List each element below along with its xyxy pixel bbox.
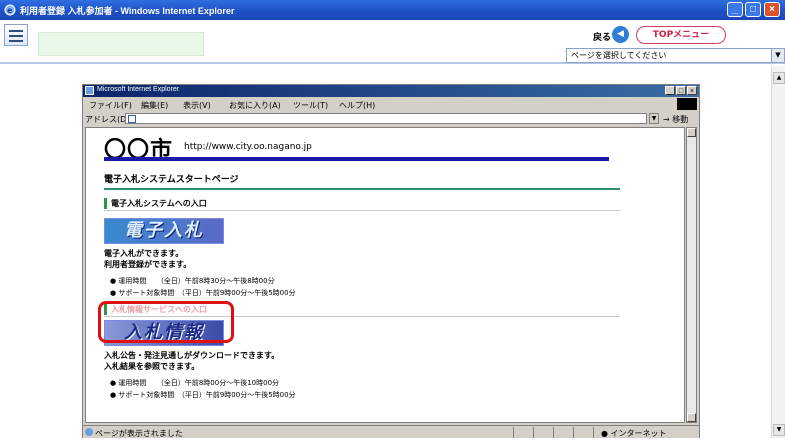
status-separator <box>593 427 594 438</box>
title-divider <box>104 188 620 190</box>
section-divider <box>104 210 620 211</box>
window-title: 利用者登録 入札参加者 - Windows Internet Explorer <box>20 6 235 16</box>
maximize-button[interactable]: □ <box>745 2 761 17</box>
section-heading-denshi: 電子入札システムへの入口 <box>104 198 207 209</box>
user-info-box <box>38 32 204 56</box>
window-titlebar: e 利用者登録 入札参加者 - Windows Internet Explore… <box>0 0 785 20</box>
back-arrow-icon[interactable]: ◀ <box>612 26 629 43</box>
address-dropdown-icon: ▼ <box>649 113 659 124</box>
inner-window-buttons: _ □ × <box>665 86 697 95</box>
scroll-up-icon[interactable]: ▲ <box>773 72 785 84</box>
joho-bullet-support: ● サポート対象時間 （平日）午前9時00分～午後5時00分 <box>110 391 296 399</box>
city-url: http://www.city.oo.nagano.jp <box>184 142 312 152</box>
denshi-bullet-hours: ● 運用時間 （全日）午前8時30分～午後8時00分 <box>110 277 275 285</box>
menu-tools: ツール(T) <box>293 101 329 110</box>
status-separator <box>533 427 534 438</box>
system-title: 電子入札システムスタートページ <box>104 175 239 185</box>
inner-page: 〇〇市 http://www.city.oo.nagano.jp 電子入札システ… <box>85 127 685 423</box>
svg-text:e: e <box>7 6 13 15</box>
page-icon <box>128 115 136 123</box>
zone-label: インターネット <box>610 429 667 438</box>
chevron-down-icon[interactable]: ▼ <box>771 49 784 62</box>
browser-window: e 利用者登録 入札参加者 - Windows Internet Explore… <box>0 0 785 438</box>
denshi-desc-2: 利用者登録ができます。 <box>104 260 192 269</box>
bullet-text: 運用時間 （全日）午前8時00分～午後10時00分 <box>118 379 280 387</box>
status-separator <box>573 427 574 438</box>
menu-favorites: お気に入り(A) <box>229 101 281 110</box>
status-message: ページが表示されました <box>95 429 183 438</box>
bullet-text: サポート対象時間 （平日）午前9時00分～午後5時00分 <box>118 391 296 399</box>
inner-ie-icon <box>85 86 94 95</box>
highlight-box <box>98 301 234 343</box>
denshi-nyusatsu-banner[interactable]: 電子入札 <box>104 218 224 244</box>
main-scrollbar[interactable]: ▲ ▼ <box>771 66 785 438</box>
joho-desc-2: 入札結果を参照できます。 <box>104 362 200 371</box>
inner-minimize-button: _ <box>665 86 675 95</box>
inner-titlebar: Microsoft Internet Explorer _ □ × <box>83 85 699 97</box>
menu-file: ファイル(F) <box>89 101 132 110</box>
status-separator <box>553 427 554 438</box>
inner-address-bar: アドレス(D) ▼ → 移動 <box>83 112 699 125</box>
page-select[interactable]: ページを選択してください ▼ <box>566 48 785 63</box>
menu-list-icon[interactable] <box>4 24 28 46</box>
app-toolbar: 戻る ◀ TOPメニュー ページを選択してください ▼ <box>0 20 785 64</box>
denshi-bullet-support: ● サポート対象時間 （平日）午前9時00分～午後5時00分 <box>110 289 296 297</box>
bullet-text: サポート対象時間 （平日）午前9時00分～午後5時00分 <box>118 289 296 297</box>
inner-scrollbar <box>686 127 697 423</box>
address-label: アドレス(D) <box>85 115 130 124</box>
inner-scroll-down-icon <box>687 413 696 422</box>
bullet-text: 運用時間 （全日）午前8時30分～午後8時00分 <box>118 277 275 285</box>
joho-desc-1: 入札公告・発注見通しがダウンロードできます。 <box>104 351 280 360</box>
inner-scroll-up-icon <box>687 128 696 137</box>
windows-logo-icon <box>677 98 697 110</box>
back-link[interactable]: 戻る <box>593 30 611 43</box>
top-menu-button[interactable]: TOPメニュー <box>636 26 726 44</box>
page-select-value: ページを選択してください <box>571 51 667 60</box>
menu-help: ヘルプ(H) <box>339 101 376 110</box>
status-zone: ● インターネット <box>601 429 667 438</box>
close-button[interactable]: × <box>764 2 780 17</box>
joho-bullet-hours: ● 運用時間 （全日）午前8時00分～午後10時00分 <box>110 379 280 387</box>
go-button: → 移動 <box>663 115 689 124</box>
inner-statusbar: ページが表示されました ● インターネット <box>83 425 699 438</box>
inner-window-title: Microsoft Internet Explorer <box>97 86 180 93</box>
embedded-ie-screenshot: Microsoft Internet Explorer _ □ × ファイル(F… <box>82 84 700 438</box>
menu-view: 表示(V) <box>183 101 211 110</box>
status-page-icon <box>85 428 93 436</box>
scroll-down-icon[interactable]: ▼ <box>773 424 785 436</box>
status-separator <box>513 427 514 438</box>
header-divider <box>104 157 609 161</box>
inner-maximize-button: □ <box>676 86 686 95</box>
ie-icon: e <box>4 4 16 16</box>
inner-close-button: × <box>687 86 697 95</box>
go-label: 移動 <box>672 115 689 124</box>
menu-edit: 編集(E) <box>141 101 169 110</box>
denshi-desc-1: 電子入札ができます。 <box>104 249 184 258</box>
inner-menubar: ファイル(F) 編集(E) 表示(V) お気に入り(A) ツール(T) ヘルプ(… <box>83 98 699 111</box>
address-input <box>125 113 647 124</box>
minimize-button[interactable]: _ <box>727 2 743 17</box>
